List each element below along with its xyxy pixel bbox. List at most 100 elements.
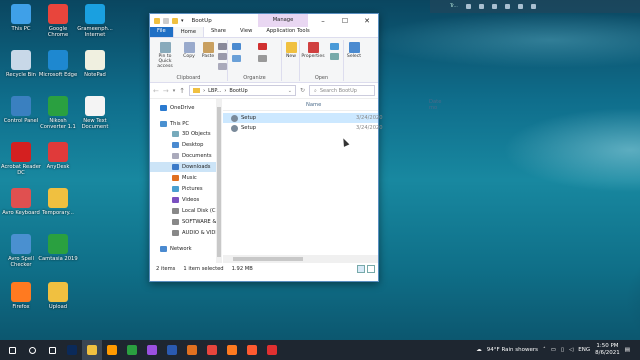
notification-icon[interactable]: ▤ [625,347,630,353]
select-button[interactable]: Select [346,42,362,59]
copy-path-icon[interactable] [218,53,227,60]
desktop-icon[interactable]: Upload [38,282,78,310]
desktop-icon[interactable]: Grameenph... Internet [75,4,115,38]
battery-icon[interactable]: ▯ [561,347,564,353]
cut-icon[interactable] [218,43,227,50]
desktop-icon[interactable]: Microsoft Edge [38,50,78,78]
taskbar-word-icon[interactable] [162,340,182,360]
minimize-icon[interactable]: – [312,14,334,27]
large-icons-view-icon[interactable] [367,265,375,273]
delete-icon[interactable] [258,43,267,50]
desktop-icon[interactable]: Recycle Bin [1,50,41,78]
taskbar-start-icon[interactable] [2,340,22,360]
desktop-icon[interactable]: Google Chrome [38,4,78,38]
desktop-icon[interactable]: Firefox [1,282,41,310]
tab-view[interactable]: View [233,26,259,37]
breadcrumb-lbp[interactable]: LBP... [208,88,221,94]
tab-file[interactable]: File [150,26,173,37]
properties-button[interactable]: Properties [301,42,325,59]
taskbar-firefox-icon[interactable] [222,340,242,360]
file-row[interactable]: Setup 3/24/2020 [223,113,383,123]
nav-item[interactable]: Pictures [150,184,216,194]
edit-icon[interactable] [330,53,339,60]
widget-icon[interactable] [517,4,523,9]
horizontal-scrollbar[interactable] [223,255,378,263]
manage-tab[interactable]: Manage [258,14,308,27]
desktop-icon[interactable]: Camtasia 2019 [38,234,78,262]
nav-item[interactable]: This PC [150,119,216,129]
widget-icon[interactable] [504,4,510,9]
move-to-icon[interactable] [232,43,241,50]
clock[interactable]: 1:50 PM 8/6/2021 [595,343,620,357]
nav-item[interactable]: 3D Objects [150,129,216,139]
maximize-icon[interactable]: ☐ [334,14,356,27]
open-icon[interactable] [330,43,339,50]
search-input[interactable]: ⌕ Search BootUp [309,85,375,96]
taskbar-camtasia-icon[interactable] [122,340,142,360]
qat-dropdown-icon[interactable]: ▾ [181,18,184,24]
nav-item[interactable]: Downloads [150,162,216,172]
taskbar-recorder-icon[interactable] [262,340,282,360]
taskbar-media-player-icon[interactable] [182,340,202,360]
new-folder-quick-icon[interactable] [172,17,178,24]
desktop-icon[interactable]: NotePad [75,50,115,78]
column-name[interactable]: Name [306,102,321,108]
paste-button[interactable]: Paste [200,42,216,59]
chevron-down-icon[interactable]: ⌄ [288,88,292,94]
close-icon[interactable]: ✕ [356,14,378,27]
desktop-icon[interactable]: AnyDesk [38,142,78,170]
desktop-icon[interactable]: New Text Document [75,96,115,130]
new-button[interactable]: New [284,42,298,59]
tab-home[interactable]: Home [172,26,205,37]
taskbar-premiere-icon[interactable] [142,340,162,360]
details-view-icon[interactable] [357,265,365,273]
widget-icon[interactable] [491,4,497,9]
weather-icon[interactable]: ☁ [476,347,482,353]
tab-application-tools[interactable]: Application Tools [259,26,316,37]
volume-icon[interactable]: ◁ [569,347,573,353]
widget-icon[interactable] [530,4,536,9]
desktop-icon[interactable]: Avro Spell Checker [1,234,41,268]
scroll-thumb[interactable] [217,107,221,257]
column-date[interactable]: Date mo [429,99,441,111]
taskbar-search-icon[interactable] [22,340,42,360]
navigation-pane[interactable]: OneDrive This PC 3D Objects Desktop Document… [150,99,218,263]
weather-text[interactable]: 94°F Rain showers [487,347,538,353]
refresh-icon[interactable]: ↻ [300,87,305,94]
copy-button[interactable]: Copy [182,42,196,59]
breadcrumb-bootup[interactable]: BootUp [229,88,247,94]
scroll-thumb[interactable] [233,257,303,261]
copy-to-icon[interactable] [232,55,241,62]
taskbar-file-explorer-icon[interactable] [82,340,102,360]
nav-item[interactable]: Local Disk (C:) [150,206,218,216]
rename-icon[interactable] [258,55,267,62]
network-icon[interactable]: ▭ [551,347,556,353]
nav-item[interactable]: Videos [150,195,216,205]
file-row[interactable]: Setup 3/24/2020 [223,123,383,133]
taskbar-illustrator-icon[interactable] [102,340,122,360]
desktop-icon[interactable]: Control Panel [1,96,41,124]
taskbar-task-view-icon[interactable] [42,340,62,360]
pin-quick-access-button[interactable]: Pin to Quick access [152,42,178,69]
nav-item[interactable]: Desktop [150,140,216,150]
paste-shortcut-icon[interactable] [218,63,227,70]
language-indicator[interactable]: ENG [578,347,590,353]
desktop-icon[interactable]: Avro Keyboard [1,188,41,216]
forward-icon[interactable]: → [163,87,169,95]
floating-widget-bar[interactable]: Tr... [430,0,640,13]
up-icon[interactable]: ↑ [179,87,185,95]
desktop-icon[interactable]: Temporary... [38,188,78,216]
back-icon[interactable]: ← [153,87,159,95]
nav-scrollbar[interactable] [216,99,222,263]
title-bar[interactable]: ▾ BootUp Manage – ☐ ✕ [150,14,378,27]
address-bar[interactable]: › LBP... › BootUp ⌄ [189,85,296,96]
taskbar-photoshop-icon[interactable] [62,340,82,360]
nav-item[interactable]: Documents [150,151,216,161]
recent-dropdown-icon[interactable]: ▾ [173,88,176,94]
widget-icon[interactable] [465,4,471,9]
nav-item[interactable]: AUDIO & VIDEO [150,228,218,238]
nav-item[interactable]: SOFTWARE & OI [150,217,218,227]
chevron-up-icon[interactable]: ˄ [543,347,546,353]
widget-icon[interactable] [478,4,484,9]
desktop-icon[interactable]: Nikosh Converter 1.1 [38,96,78,130]
